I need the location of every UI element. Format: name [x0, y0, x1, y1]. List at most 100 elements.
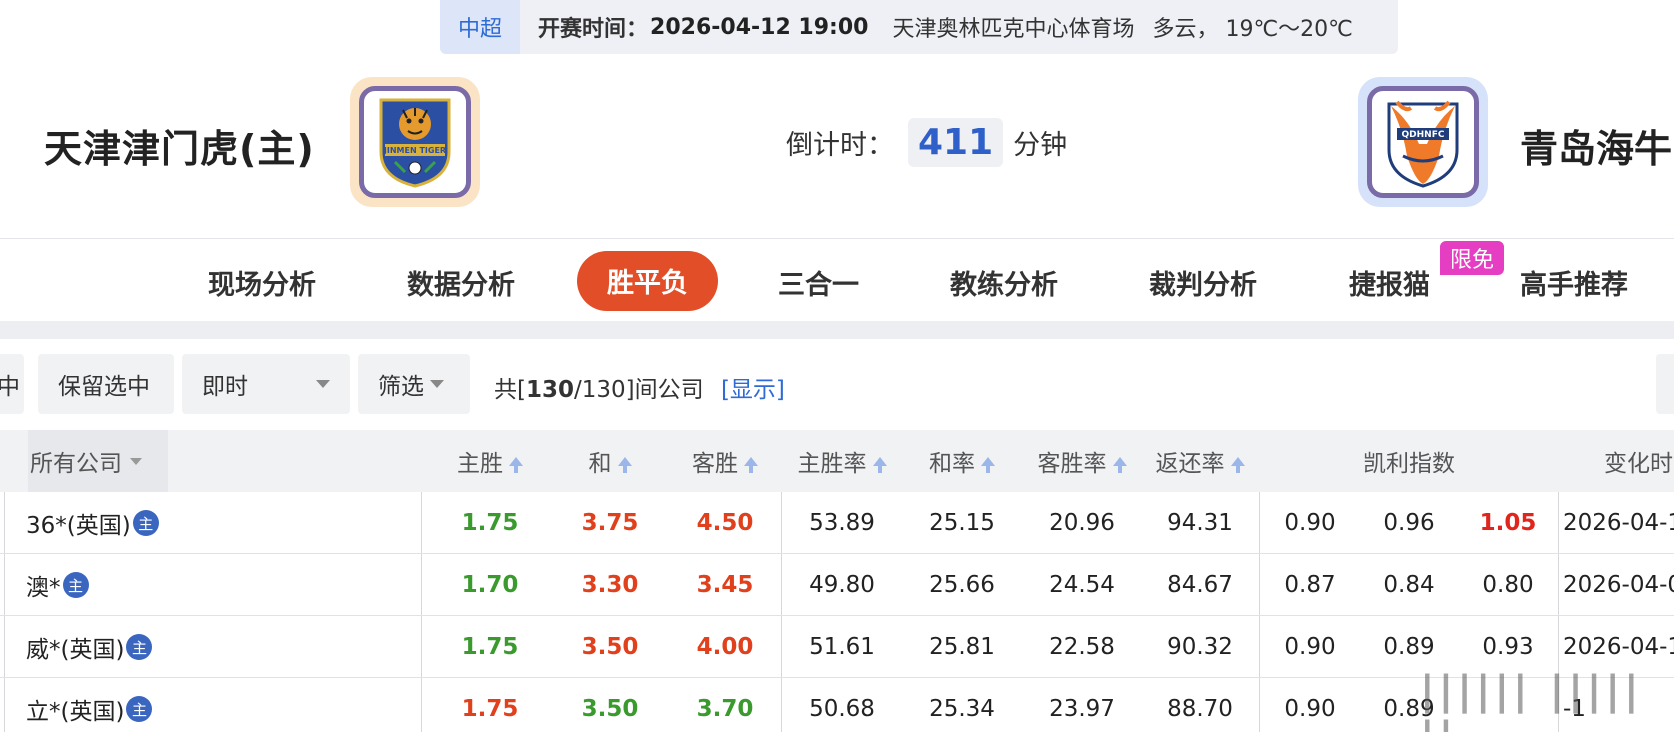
chevron-down-icon: [130, 457, 142, 465]
kelly-cell: 0.80: [1482, 572, 1534, 598]
rate-cell: 88.70: [1167, 696, 1233, 722]
odds-cell[interactable]: 1.75: [430, 616, 550, 678]
header-change-time: 变化时: [1604, 430, 1674, 492]
change-time-cell: 2026-04-0: [1563, 572, 1674, 598]
table-row[interactable]: 36*(英国) 主 1.75 3.75 4.50 53.89 25.15 20.96 94.31…: [0, 492, 1674, 554]
odds-cell[interactable]: 1.70: [430, 554, 550, 616]
company-name: 36*(英国): [26, 513, 131, 539]
count-prefix: 共[: [494, 377, 526, 403]
chevron-down-icon: [316, 380, 330, 388]
watermark: |||||| ||||| ||: [1420, 668, 1643, 732]
countdown-unit: 分钟: [1013, 130, 1068, 161]
odds-cell[interactable]: 4.00: [670, 616, 780, 678]
header-label: 凯利指数: [1363, 451, 1455, 477]
bull-crest-icon: QDHNFC: [1367, 86, 1479, 198]
chevron-down-icon: [430, 380, 444, 388]
header-return-rate[interactable]: 返还率: [1142, 430, 1258, 492]
countdown: 倒计时： 411 分钟: [786, 118, 1067, 167]
partial-button-label: 中: [0, 374, 20, 400]
mode-select-value: 即时: [202, 374, 248, 400]
odds-cell[interactable]: 3.70: [670, 678, 780, 732]
countdown-value: 411: [908, 118, 1004, 167]
tab-win-draw-loss[interactable]: 胜平负: [577, 251, 718, 311]
header-draw[interactable]: 和: [550, 430, 670, 492]
rate-cell: 84.67: [1167, 572, 1233, 598]
company-cell[interactable]: 澳* 主: [26, 554, 406, 616]
count-selected: 130: [525, 377, 574, 403]
company-count: 共[130/130]间公司 [显示]: [494, 370, 785, 404]
odds-cell[interactable]: 4.50: [670, 492, 780, 554]
host-icon: 主: [62, 572, 89, 598]
filter-select-label: 筛选: [378, 374, 424, 400]
away-team-name[interactable]: 青岛海牛: [1520, 118, 1672, 173]
keep-selected-button[interactable]: 保留选中: [38, 354, 174, 414]
odds-cell[interactable]: 1.75: [430, 492, 550, 554]
rate-cell: 53.89: [809, 510, 875, 536]
tab-coach-analysis[interactable]: 教练分析: [950, 263, 1058, 302]
tab-live-analysis[interactable]: 现场分析: [208, 263, 316, 302]
mode-select[interactable]: 即时: [182, 354, 350, 414]
header-draw-rate[interactable]: 和率: [902, 430, 1022, 492]
toolbar-right-button[interactable]: [1656, 354, 1674, 414]
sort-arrow-icon: [509, 456, 523, 473]
partial-button[interactable]: 中: [0, 354, 24, 414]
rate-cell: 22.58: [1049, 634, 1115, 660]
host-icon: 主: [132, 510, 159, 536]
odds-cell[interactable]: 3.45: [670, 554, 780, 616]
change-time-cell: 2026-04-1: [1563, 510, 1674, 536]
sort-arrow-icon: [617, 456, 632, 473]
rate-cell: 24.54: [1049, 572, 1115, 598]
company-cell[interactable]: 威*(英国) 主: [26, 616, 406, 678]
host-icon: 主: [126, 634, 153, 660]
header-label: 返还率: [1155, 451, 1225, 477]
show-link[interactable]: [显示]: [721, 377, 785, 403]
tab-three-in-one[interactable]: 三合一: [778, 263, 859, 302]
rate-cell: 51.61: [809, 634, 875, 660]
odds-cell[interactable]: 3.50: [550, 616, 670, 678]
odds-cell[interactable]: 3.50: [550, 678, 670, 732]
count-rest: /130]间公司: [574, 377, 704, 403]
tab-jiebao-cat[interactable]: 捷报猫: [1349, 263, 1430, 302]
company-cell[interactable]: 36*(英国) 主: [26, 492, 406, 554]
odds-cell[interactable]: 1.75: [430, 678, 550, 732]
odds-cell[interactable]: 3.30: [550, 554, 670, 616]
header-label: 客胜: [692, 451, 738, 477]
company-name: 威*(英国): [26, 637, 125, 663]
rate-cell: 25.66: [929, 572, 995, 598]
header-away-rate[interactable]: 客胜率: [1022, 430, 1142, 492]
league-tag[interactable]: 中超: [440, 0, 521, 54]
host-icon: 主: [126, 696, 153, 722]
kelly-cell: 0.87: [1284, 572, 1336, 598]
header-company[interactable]: 所有公司: [28, 430, 168, 492]
odds-toolbar: 中 保留选中 即时 筛选 共[130/130]间公司 [显示]: [0, 354, 1674, 414]
table-row[interactable]: 澳* 主 1.70 3.30 3.45 49.80 25.66 24.54 84.67 0.87 0…: [0, 554, 1674, 616]
tab-data-analysis[interactable]: 数据分析: [407, 263, 515, 302]
kelly-cell: 0.90: [1284, 510, 1336, 536]
odds-cell[interactable]: 3.75: [550, 492, 670, 554]
match-info-bar: 中超 开赛时间： 2026-04-12 19:00 天津奥林匹克中心体育场 多云…: [440, 0, 1398, 54]
header-kelly: 凯利指数: [1260, 430, 1558, 492]
header-away-win[interactable]: 客胜: [670, 430, 780, 492]
header-home-win[interactable]: 主胜: [430, 430, 550, 492]
away-team-logo[interactable]: QDHNFC: [1358, 77, 1488, 207]
home-team-name[interactable]: 天津津门虎(主): [44, 118, 315, 173]
rate-cell: 94.31: [1167, 510, 1233, 536]
tab-expert-picks[interactable]: 高手推荐: [1520, 263, 1628, 302]
rate-cell: 25.15: [929, 510, 995, 536]
kelly-cell: 0.90: [1284, 634, 1336, 660]
header-home-rate[interactable]: 主胜率: [782, 430, 902, 492]
rate-cell: 25.81: [929, 634, 995, 660]
sort-arrow-icon: [744, 456, 758, 473]
rate-cell: 49.80: [809, 572, 875, 598]
header-label: 主胜: [457, 451, 503, 477]
rate-cell: 50.68: [809, 696, 875, 722]
home-team-logo[interactable]: JINMEN TIGER: [350, 77, 480, 207]
header-label: 变化时: [1604, 451, 1673, 477]
filter-select[interactable]: 筛选: [358, 354, 470, 414]
free-badge: 限免: [1440, 241, 1505, 275]
company-cell[interactable]: 立*(英国) 主: [26, 678, 406, 732]
venue: 天津奥林匹克中心体育场: [892, 17, 1135, 42]
kickoff-label: 开赛时间：: [538, 17, 649, 42]
weather: 多云， 19℃～20℃: [1152, 17, 1353, 42]
tab-referee-analysis[interactable]: 裁判分析: [1149, 263, 1257, 302]
